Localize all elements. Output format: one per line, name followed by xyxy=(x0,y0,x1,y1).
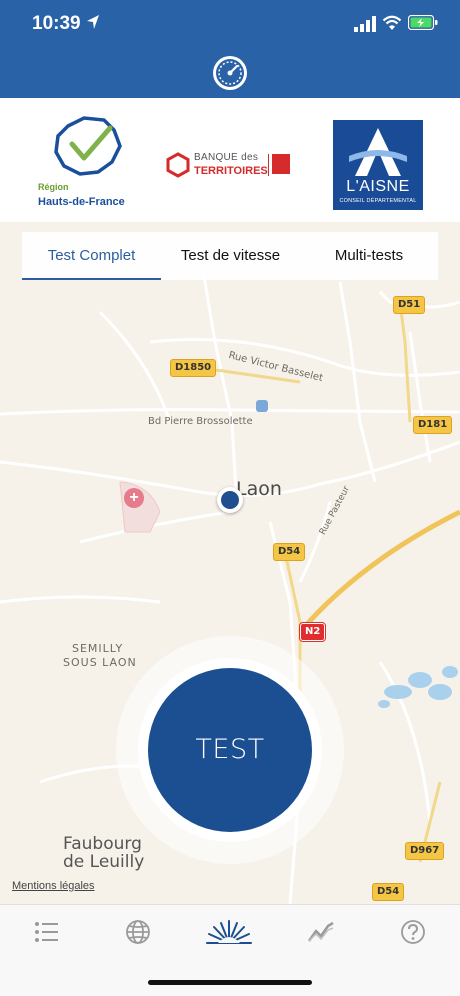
app-header xyxy=(0,50,460,98)
region-map-icon xyxy=(54,116,122,176)
hospital-icon[interactable]: + xyxy=(124,488,144,508)
caisse-depots-mark-icon xyxy=(272,154,290,174)
list-icon[interactable] xyxy=(32,917,62,947)
logo-banque-des-territoires: BANQUE des TERRITOIRES xyxy=(166,150,296,182)
cellular-signal-icon xyxy=(354,16,376,32)
banque-divider xyxy=(268,154,269,176)
tab-multi-tests[interactable]: Multi-tests xyxy=(300,232,438,280)
chart-line-icon[interactable] xyxy=(306,917,336,947)
road-badge: D54 xyxy=(372,883,405,901)
partner-logos: Région Hauts-de-France BANQUE des TERRIT… xyxy=(0,98,460,222)
globe-icon[interactable] xyxy=(123,917,153,947)
place-label: SOUS LAON xyxy=(63,656,137,669)
home-indicator[interactable] xyxy=(148,980,312,985)
tab-test-complet[interactable]: Test Complet xyxy=(22,232,161,280)
aisne-name: L'AISNE xyxy=(346,178,410,195)
status-bar: 10:39 xyxy=(0,0,460,50)
road-badge: D54 xyxy=(273,543,306,561)
help-icon[interactable] xyxy=(398,917,428,947)
status-time: 10:39 xyxy=(32,13,81,34)
battery-charging-icon xyxy=(408,15,438,30)
road-badge: D181 xyxy=(413,416,453,434)
start-test-button[interactable]: TEST xyxy=(148,668,312,832)
location-arrow-icon xyxy=(87,15,99,29)
region-label-2: Hauts-de-France xyxy=(38,196,125,208)
place-label: SEMILLY xyxy=(72,642,124,655)
road-badge: D51 xyxy=(393,296,426,314)
logo-region-hauts-de-france: Région Hauts-de-France xyxy=(30,116,140,212)
place-label: Faubourg xyxy=(63,834,142,854)
current-location-marker[interactable] xyxy=(217,487,243,513)
city-label-laon: Laon xyxy=(236,478,282,500)
aisne-a-mark-icon xyxy=(349,128,407,176)
logo-aisne: L'AISNE CONSEIL DÉPARTEMENTAL xyxy=(333,120,423,210)
speed-burst-icon[interactable] xyxy=(204,917,254,947)
place-label: de Leuilly xyxy=(63,852,145,872)
street-label: Bd Pierre Brossolette xyxy=(148,416,253,427)
bus-stop-icon[interactable] xyxy=(256,400,268,412)
road-badge-national: N2 xyxy=(298,622,327,642)
road-badge: D1850 xyxy=(170,359,217,377)
tab-test-de-vitesse[interactable]: Test de vitesse xyxy=(161,232,300,280)
region-label-1: Région xyxy=(38,182,69,192)
banque-label-1: BANQUE des xyxy=(194,152,259,163)
legal-notice-link[interactable]: Mentions légales xyxy=(12,880,95,892)
banque-label-2: TERRITOIRES xyxy=(194,165,268,177)
speedometer-logo-icon xyxy=(213,56,247,90)
wifi-icon xyxy=(382,15,402,30)
test-mode-tabs: Test Complet Test de vitesse Multi-tests xyxy=(22,232,438,280)
hexagon-logo-icon xyxy=(166,152,190,178)
aisne-subtitle: CONSEIL DÉPARTEMENTAL xyxy=(339,198,417,204)
road-badge: D967 xyxy=(405,842,445,860)
